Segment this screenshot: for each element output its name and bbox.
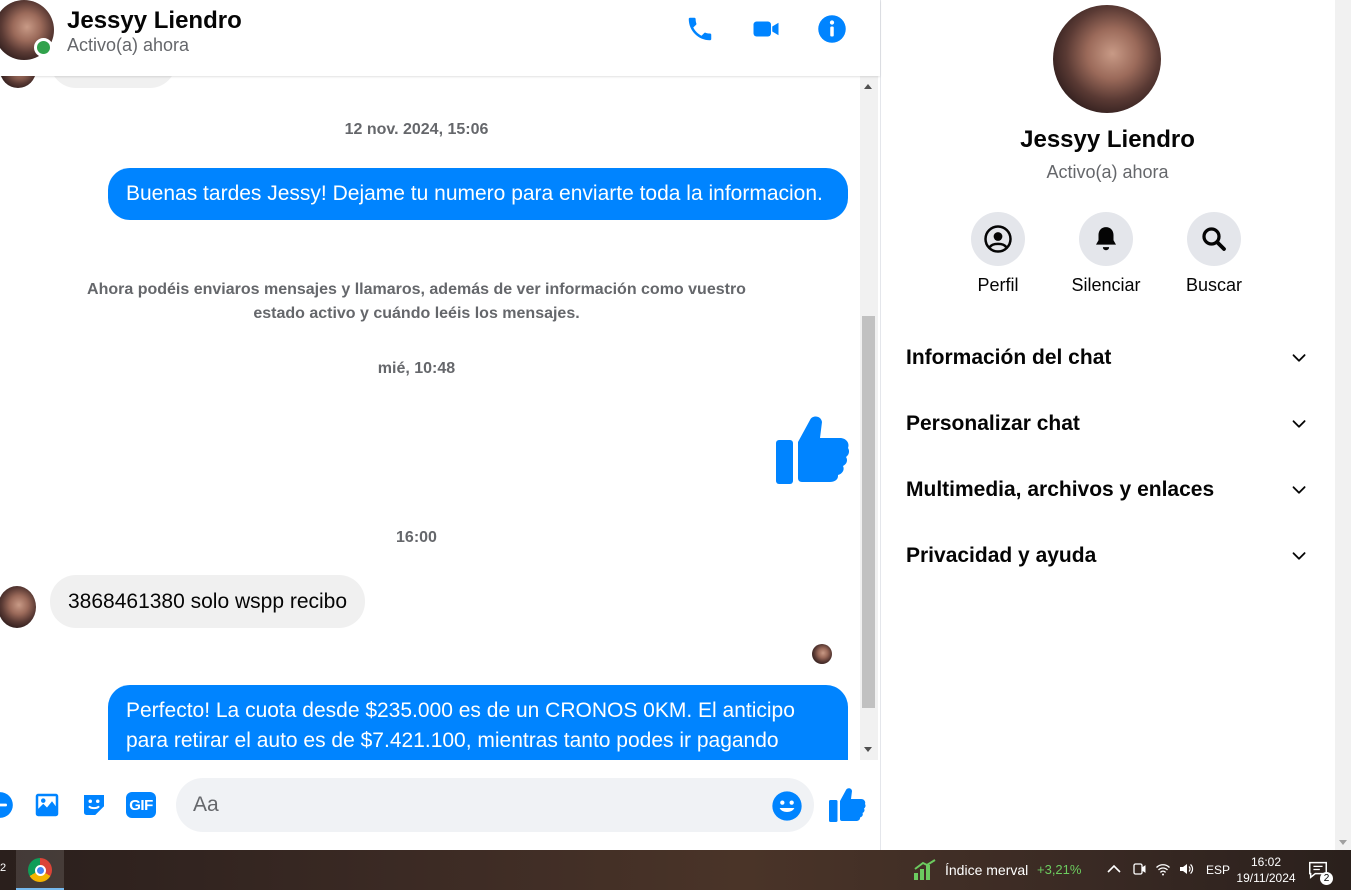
gif-button[interactable]: GIF — [124, 788, 158, 822]
taskbar: 2 Índice merval +3,21% ESP 16:02 19/11/2… — [0, 850, 1351, 890]
mute-button-label: Silenciar — [1071, 275, 1141, 295]
video-icon[interactable] — [749, 12, 783, 46]
mute-button[interactable]: Silenciar — [1061, 212, 1151, 296]
more-actions-icon[interactable] — [0, 788, 17, 822]
scroll-up-arrow-icon[interactable] — [864, 84, 872, 89]
profile-status: Activo(a) ahora — [1046, 162, 1169, 182]
conversation-details-panel: Jessyy Liendro Activo(a) ahora Perfil Si… — [880, 0, 1335, 850]
stock-chart-icon[interactable] — [913, 859, 937, 881]
section-media-files-links[interactable]: Multimedia, archivos y enlaces — [889, 461, 1327, 519]
bell-icon — [1079, 212, 1133, 266]
section-chat-info[interactable]: Información del chat — [889, 329, 1327, 387]
volume-icon[interactable] — [1178, 861, 1194, 877]
language-indicator[interactable]: ESP — [1206, 863, 1230, 877]
page-scrollbar[interactable] — [1335, 0, 1351, 850]
system-notice: Ahora podéis enviaros mensajes y llamaro… — [87, 281, 746, 322]
scroll-down-arrow-icon[interactable] — [1339, 840, 1347, 845]
sent-like-thumb-icon[interactable] — [774, 412, 850, 488]
chrome-taskbar-button[interactable] — [16, 850, 64, 890]
profile-name: Jessyy Liendro — [1020, 126, 1195, 153]
chrome-icon — [28, 858, 52, 882]
contact-avatar-small — [0, 586, 36, 628]
contact-status: Activo(a) ahora — [67, 35, 190, 55]
clock-date: 19/11/2024 — [1236, 871, 1296, 885]
scroll-thumb[interactable] — [862, 316, 875, 708]
message-list[interactable]: 12 nov. 2024, 15:06 Buenas tardes Jessy!… — [0, 76, 860, 760]
chevron-down-icon — [1288, 545, 1310, 567]
chevron-down-icon — [1288, 479, 1310, 501]
notification-count-badge: 2 — [1320, 872, 1333, 885]
contact-name[interactable]: Jessyy Liendro — [67, 7, 242, 35]
wifi-icon[interactable] — [1155, 861, 1171, 877]
incoming-message-bubble[interactable] — [50, 76, 176, 88]
chevron-down-icon — [1288, 413, 1310, 435]
outgoing-message-bubble[interactable]: Buenas tardes Jessy! Dejame tu numero pa… — [108, 168, 848, 220]
meet-now-icon[interactable] — [1131, 861, 1147, 877]
messenger-window: Jessyy Liendro Activo(a) ahora 12 nov. 2… — [0, 0, 1351, 890]
taskbar-badge: 2 — [0, 862, 7, 874]
gif-label: GIF — [126, 792, 156, 818]
stock-change: +3,21% — [1037, 862, 1082, 877]
search-icon — [1187, 212, 1241, 266]
section-label: Privacidad y ayuda — [906, 544, 1097, 567]
info-icon[interactable] — [815, 12, 849, 46]
message-timestamp: 12 nov. 2024, 15:06 — [344, 121, 489, 138]
chevron-down-icon — [1288, 347, 1310, 369]
message-timestamp: mié, 10:48 — [377, 360, 456, 377]
contact-avatar-small — [0, 76, 36, 88]
sticker-icon[interactable] — [77, 788, 111, 822]
attach-image-icon[interactable] — [30, 788, 64, 822]
message-composer: GIF — [0, 760, 880, 850]
stock-name[interactable]: Índice merval — [945, 862, 1028, 878]
clock-time: 16:02 — [1250, 855, 1282, 869]
send-like-thumb-icon[interactable] — [828, 786, 866, 824]
profile-icon — [971, 212, 1025, 266]
seen-receipt-avatar — [812, 644, 832, 664]
section-label: Personalizar chat — [906, 412, 1080, 435]
message-input-container[interactable] — [176, 778, 814, 832]
profile-button-label: Perfil — [977, 275, 1019, 295]
section-privacy-help[interactable]: Privacidad y ayuda — [889, 527, 1327, 585]
message-list-scrollbar[interactable] — [860, 76, 878, 760]
profile-avatar[interactable] — [1053, 5, 1161, 113]
message-timestamp: 16:00 — [396, 529, 437, 546]
section-label: Información del chat — [906, 346, 1112, 369]
chevron-up-icon[interactable] — [1106, 861, 1122, 877]
scroll-down-arrow-icon[interactable] — [864, 747, 872, 752]
outgoing-message-bubble[interactable]: Perfecto! La cuota desde $235.000 es de … — [108, 685, 848, 760]
message-input[interactable] — [193, 778, 753, 832]
online-indicator — [34, 38, 53, 57]
chat-header: Jessyy Liendro Activo(a) ahora — [0, 0, 880, 76]
section-customize-chat[interactable]: Personalizar chat — [889, 395, 1327, 453]
incoming-message-bubble[interactable]: 3868461380 solo wspp recibo — [50, 575, 366, 628]
profile-button[interactable]: Perfil — [953, 212, 1043, 296]
section-label: Multimedia, archivos y enlaces — [906, 478, 1215, 501]
system-clock[interactable]: 16:02 19/11/2024 — [1234, 854, 1298, 886]
search-button[interactable]: Buscar — [1169, 212, 1259, 296]
search-button-label: Buscar — [1185, 275, 1243, 295]
phone-icon[interactable] — [683, 12, 717, 46]
emoji-icon[interactable] — [771, 790, 803, 822]
